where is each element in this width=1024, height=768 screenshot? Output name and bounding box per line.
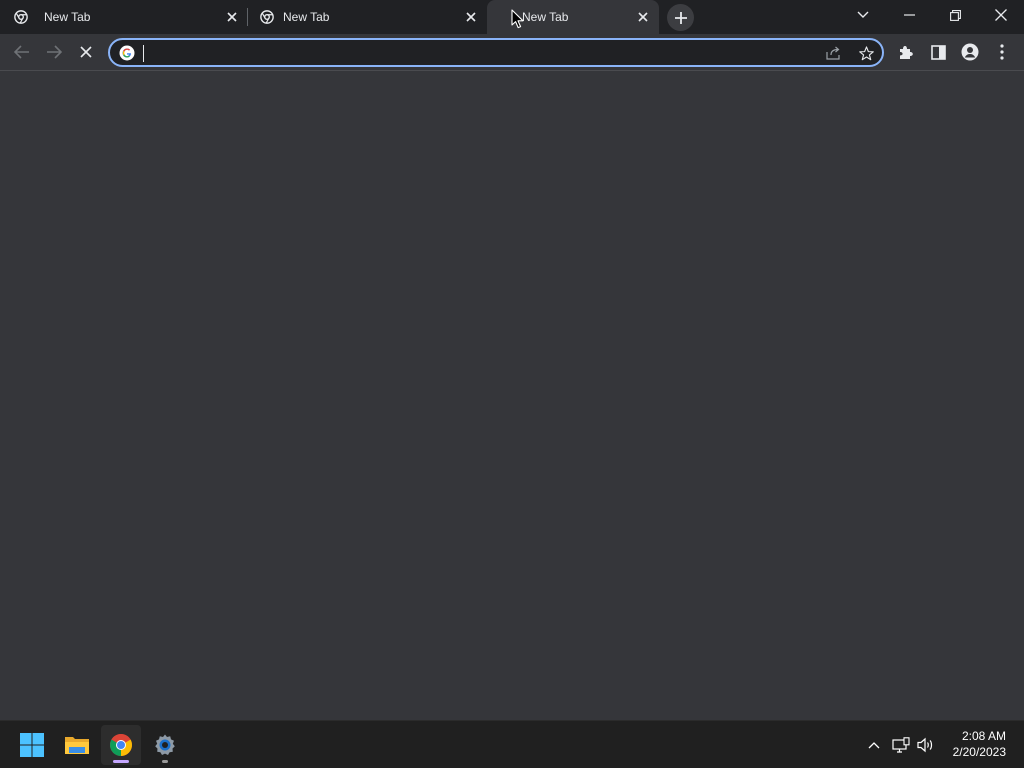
- stop-icon: [80, 46, 92, 58]
- minimize-icon: [903, 14, 915, 16]
- share-button[interactable]: [824, 43, 844, 63]
- chrome-favicon-icon: [260, 10, 274, 24]
- back-icon: [14, 45, 29, 59]
- chrome-taskbar-button[interactable]: [101, 725, 141, 765]
- tab-1[interactable]: New Tab: [0, 0, 246, 34]
- address-input[interactable]: [142, 43, 802, 63]
- share-icon: [826, 46, 840, 60]
- file-explorer-button[interactable]: [57, 725, 97, 765]
- side-panel-icon: [930, 44, 946, 60]
- file-explorer-icon: [65, 737, 89, 754]
- running-app-indicator: [162, 760, 168, 763]
- active-app-indicator: [113, 760, 129, 763]
- minimize-button[interactable]: [886, 0, 932, 30]
- tab-close-button[interactable]: [463, 9, 479, 25]
- side-panel-button[interactable]: [925, 39, 951, 65]
- close-window-button[interactable]: [978, 0, 1024, 30]
- google-icon: [119, 45, 135, 61]
- chevron-down-icon: [857, 11, 869, 18]
- forward-icon: [47, 45, 62, 59]
- show-hidden-icons-button[interactable]: [864, 735, 884, 755]
- extensions-icon: [900, 46, 913, 59]
- tab-search-button[interactable]: [840, 0, 886, 30]
- browser-toolbar: [0, 34, 1024, 71]
- back-button[interactable]: [9, 39, 35, 65]
- plus-icon: [674, 11, 687, 24]
- forward-button[interactable]: [41, 39, 67, 65]
- extensions-button[interactable]: [893, 39, 919, 65]
- star-icon: [858, 45, 874, 60]
- start-button[interactable]: [12, 725, 52, 765]
- profile-button[interactable]: [957, 39, 983, 65]
- chrome-icon: [110, 734, 132, 756]
- text-caret: [143, 45, 144, 62]
- clock-date: 2/20/2023: [952, 745, 1006, 759]
- close-icon: [227, 12, 237, 22]
- tab-close-button[interactable]: [635, 9, 651, 25]
- close-icon: [466, 12, 476, 22]
- volume-button[interactable]: [916, 735, 936, 755]
- taskbar-clock[interactable]: 2:08 AM 2/20/2023: [953, 728, 1006, 760]
- menu-icon: [1000, 44, 1004, 60]
- address-bar[interactable]: [108, 38, 884, 67]
- profile-icon: [961, 43, 979, 61]
- bookmark-star-button[interactable]: [856, 43, 876, 63]
- close-icon: [638, 12, 648, 22]
- screen: New Tab New Tab New Tab 2:08 AM 2/20/202…: [0, 0, 1024, 768]
- new-tab-button[interactable]: [667, 4, 694, 31]
- tab-title: New Tab: [283, 10, 330, 24]
- stop-button[interactable]: [73, 39, 99, 65]
- tab-2[interactable]: New Tab: [248, 0, 486, 34]
- chevron-up-icon: [868, 742, 880, 749]
- windows-taskbar: 2:08 AM 2/20/2023: [0, 720, 1024, 768]
- tab-title: New Tab: [522, 10, 569, 24]
- network-icon: [892, 737, 910, 753]
- chrome-favicon-icon: [14, 10, 28, 24]
- chrome-menu-button[interactable]: [989, 39, 1015, 65]
- settings-icon: [155, 734, 175, 755]
- close-icon: [995, 9, 1007, 21]
- volume-icon: [917, 737, 933, 753]
- clock-time: 2:08 AM: [961, 729, 1006, 743]
- network-button[interactable]: [891, 735, 911, 755]
- mouse-cursor-icon: [511, 9, 524, 29]
- windows-start-icon: [20, 733, 44, 757]
- tab-title: New Tab: [44, 10, 91, 24]
- settings-taskbar-button[interactable]: [145, 725, 185, 765]
- restore-icon: [949, 9, 961, 21]
- tab-close-button[interactable]: [224, 9, 240, 25]
- restore-button[interactable]: [932, 0, 978, 30]
- page-content: [0, 71, 1024, 720]
